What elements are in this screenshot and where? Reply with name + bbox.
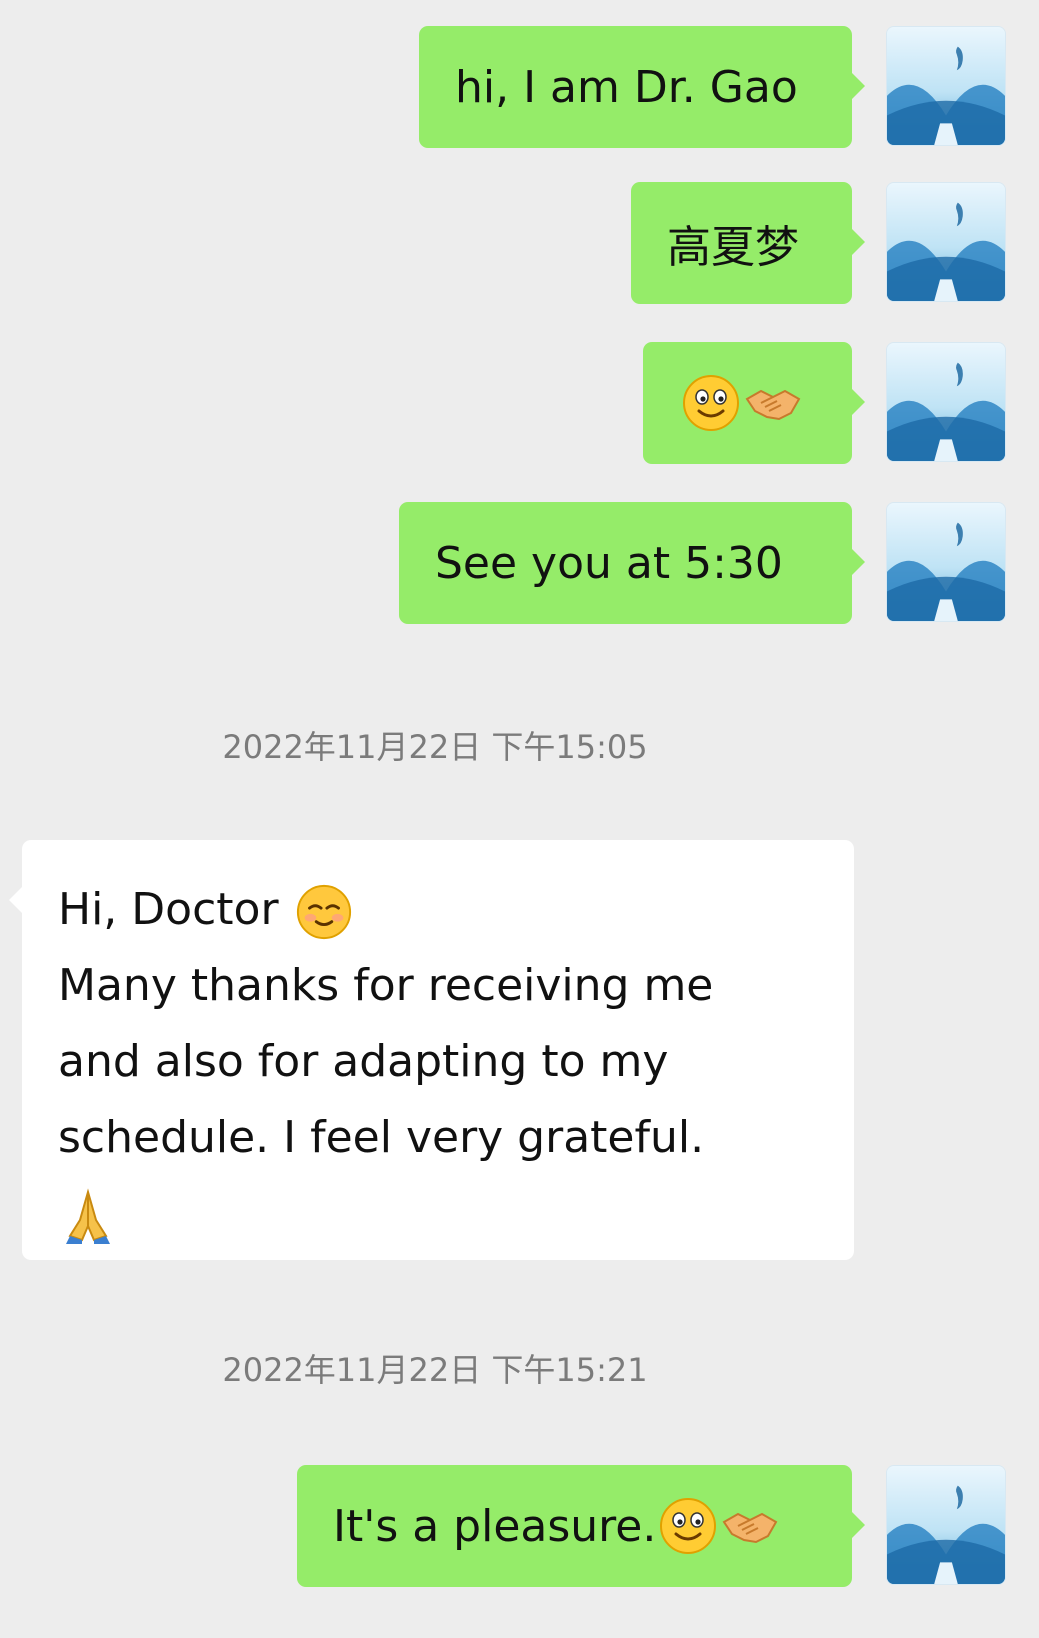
avatar[interactable] <box>886 26 1006 146</box>
avatar[interactable] <box>886 342 1006 462</box>
dolphin-avatar-icon <box>887 503 1005 621</box>
outgoing-message-bubble[interactable] <box>643 342 865 464</box>
incoming-message-bubble[interactable]: Hi, Doctor Many thanks for receiving me … <box>9 840 854 1260</box>
message-timestamp: 2022年11月22日 下午15:21 <box>222 1351 648 1389</box>
chat-view: hi, I am Dr. Gao 高夏梦 See you at 5:30 202… <box>0 0 1039 1638</box>
message-text: See you at 5:30 <box>435 537 783 589</box>
smiling-blush-icon <box>295 883 353 941</box>
handshake-icon <box>743 373 803 433</box>
message-line: Hi, Doctor <box>58 884 279 935</box>
avatar[interactable] <box>886 502 1006 622</box>
smile-icon <box>681 373 741 433</box>
message-line: schedule. I feel very grateful. <box>58 1112 705 1163</box>
dolphin-avatar-icon <box>887 183 1005 301</box>
message-line: and also for adapting to my <box>58 1036 669 1087</box>
message-text: It's a pleasure. <box>333 1500 657 1552</box>
folded-hands-icon <box>58 1186 118 1246</box>
message-text: 高夏梦 <box>667 222 799 273</box>
message-text: hi, I am Dr. Gao <box>455 61 798 113</box>
outgoing-message-bubble[interactable]: It's a pleasure. <box>297 1465 865 1587</box>
message-line: Many thanks for receiving me <box>58 960 714 1011</box>
smile-icon <box>658 1496 718 1556</box>
outgoing-message-bubble[interactable]: hi, I am Dr. Gao <box>419 26 865 148</box>
avatar[interactable] <box>886 1465 1006 1585</box>
outgoing-message-bubble[interactable]: See you at 5:30 <box>399 502 865 624</box>
dolphin-avatar-icon <box>887 27 1005 145</box>
dolphin-avatar-icon <box>887 343 1005 461</box>
handshake-icon <box>720 1496 780 1556</box>
outgoing-message-bubble[interactable]: 高夏梦 <box>631 182 865 304</box>
dolphin-avatar-icon <box>887 1466 1005 1584</box>
message-timestamp: 2022年11月22日 下午15:05 <box>222 728 648 766</box>
avatar[interactable] <box>886 182 1006 302</box>
